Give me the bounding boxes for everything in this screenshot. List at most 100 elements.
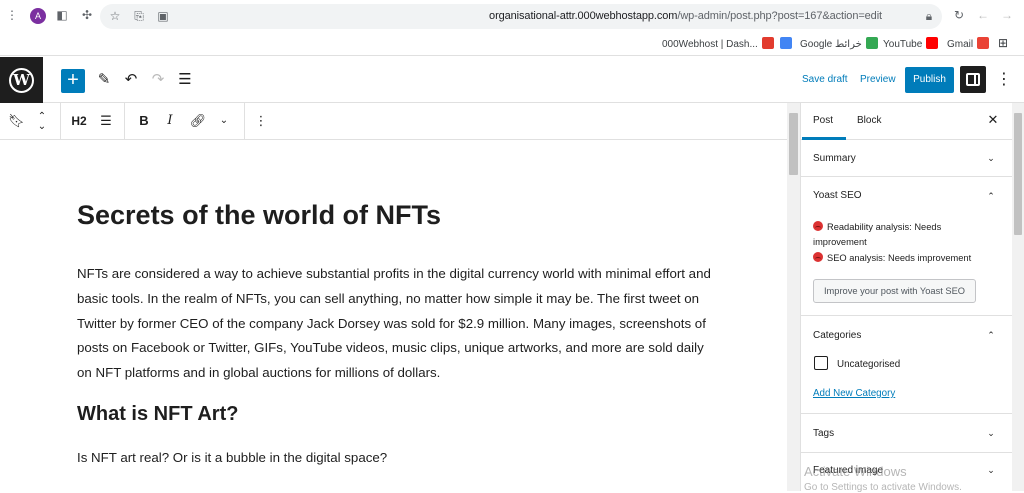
tab-search-icon[interactable]: ⎘ (132, 9, 146, 23)
undo-icon[interactable]: ↶ (120, 69, 142, 91)
align-left-icon[interactable]: ☰ (96, 111, 116, 131)
save-draft-button[interactable]: Save draft (802, 74, 848, 85)
sidebar-tabs: Post Block ✕ (801, 103, 1012, 140)
pencil-tools-icon[interactable]: ✎ (93, 69, 115, 91)
readability-label: Readability analysis: (827, 222, 912, 232)
bookmarks-bar: 000Webhost | Dash... Google خرائط YouTub… (0, 33, 1024, 56)
forward-icon[interactable]: → (1000, 8, 1014, 22)
block-toolbar: 🔖︎ ⌃ ⌄ H2 ☰ B I 🔗︎ ⌄ ⋮ (0, 103, 787, 140)
paragraph-block[interactable]: NFTs are considered a way to achieve sub… (77, 262, 717, 386)
settings-sidebar: Post Block ✕ Summary ⌄ Yoast SEO ⌃ Reada… (800, 103, 1012, 491)
bookmark-label: Google خرائط (800, 39, 862, 50)
bookmark-label: Gmail (947, 39, 974, 50)
url-text[interactable]: organisational-attr.000webhostapp.com/wp… (489, 10, 882, 22)
readability-analysis: Readability analysis: Needs improvement (813, 220, 993, 249)
chevron-down-icon[interactable]: ⌄ (985, 427, 997, 439)
bookmark-label: 000Webhost | Dash... (662, 39, 758, 50)
activate-windows-hint: Go to Settings to activate Windows. (804, 482, 962, 493)
italic-icon[interactable]: I (161, 111, 179, 131)
youtube-favicon (926, 37, 939, 49)
add-new-category-link[interactable]: Add New Category (813, 388, 895, 399)
activate-windows-watermark: Activate Windows (804, 464, 907, 479)
bold-icon[interactable]: B (135, 111, 153, 131)
panel-tags[interactable]: Tags (813, 428, 834, 439)
apps-grid-icon[interactable]: ⊞ (998, 36, 1008, 50)
webhost-favicon (761, 37, 774, 49)
publish-button[interactable]: Publish (905, 67, 954, 93)
wordpress-logo[interactable]: W (0, 57, 43, 103)
divider (801, 176, 1012, 177)
editor-header: W + ✎ ↶ ↷ ☰ Save draft Preview Publish ⋮ (0, 57, 1024, 103)
seo-analysis: SEO analysis: Needs improvement (813, 251, 993, 266)
extensions-icon[interactable]: ✣ (80, 8, 94, 22)
improve-with-yoast-button[interactable]: Improve your post with Yoast SEO (813, 279, 976, 303)
seo-label: SEO analysis: (827, 253, 886, 263)
post-title[interactable]: Secrets of the world of NFTs (77, 200, 441, 231)
panel-categories[interactable]: Categories (813, 330, 861, 341)
url-path: /wp-admin/post.php?post=167&action=edit (677, 10, 882, 22)
divider (801, 315, 1012, 316)
star-icon[interactable]: ☆ (108, 9, 122, 23)
bookmark-google-maps[interactable]: Google خرائط (800, 37, 878, 50)
chevron-down-icon[interactable]: ⌄ (215, 111, 233, 131)
scrollbar-thumb[interactable] (1014, 113, 1022, 235)
list-view-icon[interactable]: ☰ (174, 69, 196, 91)
preview-button[interactable]: Preview (860, 74, 896, 85)
paragraph-block[interactable]: Is NFT art real? Or is it a bubble in th… (77, 450, 387, 465)
heading-level-button[interactable]: H2 (68, 111, 90, 131)
bookmark-000webhost[interactable]: 000Webhost | Dash... (662, 37, 774, 50)
browser-toolbar: ⋮ A ◧ ✣ ☆ ⎘ ▣ organisational-attr.000web… (0, 0, 1024, 33)
bookmark-icon[interactable]: 🔖︎ (8, 111, 25, 131)
toolbar-divider (244, 103, 245, 140)
settings-toggle-button[interactable] (960, 66, 986, 93)
tab-post[interactable]: Post (813, 115, 833, 126)
wordpress-icon: W (9, 68, 34, 93)
uncategorised-label[interactable]: Uncategorised (837, 359, 900, 370)
sidebar-panel-icon (966, 73, 980, 86)
bookmark-docs[interactable] (776, 37, 792, 50)
toolbar-divider (124, 103, 125, 140)
back-icon[interactable]: ← (976, 8, 990, 22)
sidebar-icon[interactable]: ◧ (55, 8, 69, 22)
tab-block[interactable]: Block (857, 115, 881, 126)
redo-icon[interactable]: ↷ (147, 69, 169, 91)
address-bar[interactable]: ☆ ⎘ ▣ organisational-attr.000webhostapp.… (100, 4, 942, 29)
chevron-up-icon[interactable]: ⌃ (985, 190, 997, 202)
chevron-up-icon[interactable]: ⌃ (985, 329, 997, 341)
seo-value: Needs improvement (887, 253, 972, 263)
block-options-icon[interactable]: ⋮ (253, 111, 269, 131)
chevron-down-icon[interactable]: ⌄ (985, 152, 997, 164)
panel-summary[interactable]: Summary (813, 153, 856, 164)
more-vert-icon[interactable]: ⋮ (5, 8, 19, 22)
scrollbar-thumb[interactable] (789, 113, 798, 175)
divider (801, 452, 1012, 453)
toolbar-divider (60, 103, 61, 140)
active-tab-indicator (802, 137, 846, 140)
url-host: organisational-attr.000webhostapp.com (489, 10, 678, 22)
sad-face-icon (813, 252, 823, 262)
add-block-button[interactable]: + (61, 69, 85, 93)
heading-block[interactable]: What is NFT Art? (77, 403, 238, 426)
profile-avatar[interactable]: A (30, 8, 46, 24)
bookmark-youtube[interactable]: YouTube (883, 37, 939, 50)
editor-canvas[interactable]: Secrets of the world of NFTs NFTs are co… (0, 140, 787, 491)
sidebar-scrollbar[interactable] (1012, 103, 1024, 491)
gmail-favicon (977, 37, 990, 49)
lock-icon[interactable]: 🔒︎ (922, 9, 936, 23)
bookmark-label: YouTube (883, 39, 923, 50)
chevron-down-icon[interactable]: ⌄ (985, 464, 997, 476)
move-up-down-icon[interactable]: ⌃ ⌄ (34, 112, 50, 132)
close-icon[interactable]: ✕ (985, 112, 1001, 128)
panel-yoast-seo[interactable]: Yoast SEO (813, 190, 862, 201)
sad-face-icon (813, 221, 823, 231)
divider (801, 413, 1012, 414)
link-icon[interactable]: 🔗︎ (188, 111, 208, 131)
maps-favicon (865, 37, 878, 49)
bookmark-gmail[interactable]: Gmail (947, 37, 990, 50)
editor-scrollbar[interactable] (787, 103, 800, 491)
docs-favicon (780, 37, 792, 49)
uncategorised-checkbox[interactable] (814, 356, 828, 370)
cast-icon[interactable]: ▣ (156, 9, 170, 23)
options-menu-icon[interactable]: ⋮ (996, 69, 1012, 91)
reload-icon[interactable]: ↻ (952, 8, 966, 22)
